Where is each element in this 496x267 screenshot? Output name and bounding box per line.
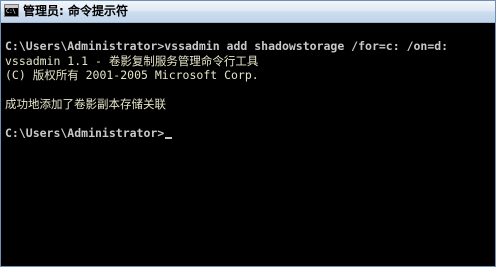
console-output[interactable]: C:\Users\Administrator>vssadmin add shad…: [1, 23, 495, 266]
icon-glyph: C:\: [6, 8, 16, 15]
title-bar[interactable]: C:\ 管理员: 命令提示符: [1, 1, 495, 23]
text-cursor: [165, 137, 173, 139]
copyright-line: (C) 版权所有 2001-2005 Microsoft Corp.: [5, 68, 259, 82]
result-line: 成功地添加了卷影副本存储关联: [5, 97, 166, 111]
command-prompt-window: C:\ 管理员: 命令提示符 C:\Users\Administrator>vs…: [0, 0, 496, 267]
prompt-line[interactable]: C:\Users\Administrator>: [5, 126, 495, 141]
version-line: vssadmin 1.1 - 卷影复制服务管理命令行工具: [5, 53, 259, 68]
cmd-console-icon[interactable]: C:\: [4, 4, 19, 17]
prompt-text: C:\Users\Administrator>: [5, 126, 165, 140]
window-title: 管理员: 命令提示符: [23, 4, 128, 18]
command-line: C:\Users\Administrator>vssadmin add shad…: [5, 39, 449, 53]
